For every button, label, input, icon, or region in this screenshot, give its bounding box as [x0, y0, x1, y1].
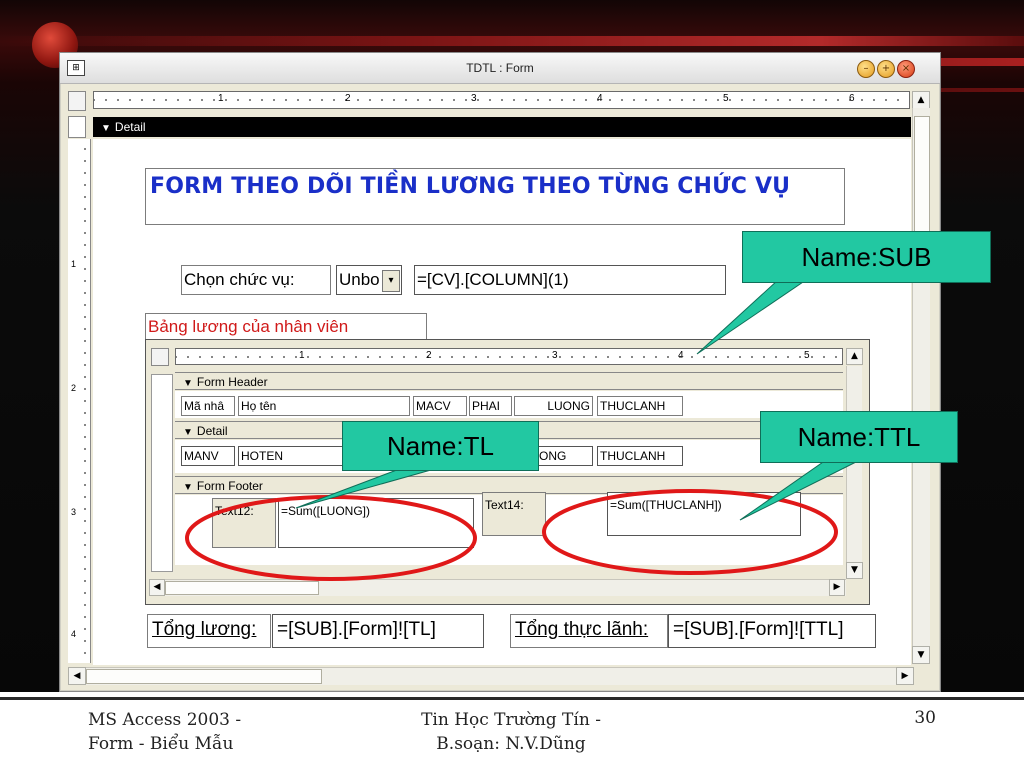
- callout-name-ttl: Name:TTL: [760, 411, 958, 463]
- footer-author: Tin Học Trường Tín - B.soạn: N.V.Dũng: [406, 708, 616, 756]
- callout-tail-sub: [696, 279, 808, 355]
- annotation-overlay: [185, 279, 861, 581]
- footer-course-line: Form - Biểu Mẫu: [88, 734, 234, 754]
- footer-course-line: MS Access 2003 -: [88, 710, 242, 730]
- callout-name-sub: Name:SUB: [742, 231, 991, 283]
- callout-tail-ttl: [739, 459, 861, 521]
- callout-name-tl: Name:TL: [342, 421, 539, 471]
- page-number: 30: [914, 708, 936, 728]
- footer-course: MS Access 2003 - Form - Biểu Mẫu: [88, 708, 241, 756]
- callout-tail-tl: [295, 467, 439, 509]
- slide-footer: MS Access 2003 - Form - Biểu Mẫu Tin Học…: [0, 700, 1024, 768]
- footer-author-line: B.soạn: N.V.Dũng: [436, 734, 586, 754]
- ttl-highlight-ellipse: [542, 489, 838, 575]
- footer-author-line: Tin Học Trường Tín -: [421, 710, 601, 730]
- tl-highlight-ellipse: [185, 495, 477, 581]
